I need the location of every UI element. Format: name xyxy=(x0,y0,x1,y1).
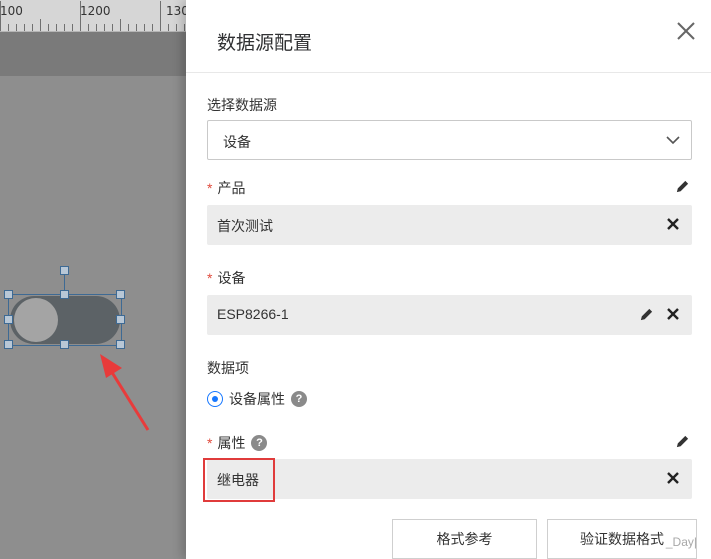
edit-property-pencil-icon[interactable] xyxy=(675,434,690,449)
device-label-text: 设备 xyxy=(217,270,246,286)
ruler-tick xyxy=(88,24,89,31)
canvas-toolbar-band xyxy=(0,32,186,76)
device-property-radio-option[interactable]: 设备属性 ? xyxy=(207,389,307,409)
ruler-tick xyxy=(32,24,33,31)
ruler-tick xyxy=(184,24,185,31)
radio-option-label: 设备属性 xyxy=(229,391,285,407)
ruler-tick xyxy=(48,24,49,31)
data-source-value: 设备 xyxy=(223,134,251,150)
resize-handle-n[interactable] xyxy=(60,290,69,299)
ruler-tick xyxy=(8,24,9,31)
device-field: ESP8266-1 xyxy=(207,295,692,335)
horizontal-ruler: 100 1200 130 xyxy=(0,0,186,32)
resize-handle-e[interactable] xyxy=(116,315,125,324)
chevron-down-icon xyxy=(666,136,680,145)
edit-device-pencil-icon[interactable] xyxy=(639,307,654,322)
data-source-drawer: 数据源配置 选择数据源 设备 *产品 首次测试 *设备 ESP8266-1 xyxy=(186,0,711,559)
ruler-tick xyxy=(72,24,73,31)
product-label: * 产品 xyxy=(207,178,245,198)
product-value: 首次测试 xyxy=(217,218,273,234)
ruler-tick xyxy=(128,24,129,31)
clear-product-close-icon[interactable] xyxy=(666,217,680,231)
edit-product-pencil-icon[interactable] xyxy=(675,179,690,194)
resize-handle-s[interactable] xyxy=(60,340,69,349)
ruler-tick xyxy=(0,1,1,31)
ruler-tick xyxy=(152,24,153,31)
radio-button[interactable] xyxy=(207,391,223,407)
data-item-label: 数据项 xyxy=(207,360,249,376)
ruler-tick xyxy=(112,24,113,31)
ruler-mark: 130 xyxy=(166,4,186,18)
resize-handle-ne[interactable] xyxy=(116,290,125,299)
ruler-tick xyxy=(168,24,169,31)
device-label: * 设备 xyxy=(207,268,245,288)
clear-device-close-icon[interactable] xyxy=(666,307,680,321)
resize-handle-se[interactable] xyxy=(116,340,125,349)
ruler-tick xyxy=(144,24,145,31)
help-icon[interactable]: ? xyxy=(291,391,307,407)
resize-handle-nw[interactable] xyxy=(4,290,13,299)
close-icon[interactable] xyxy=(675,20,697,42)
ruler-tick xyxy=(64,24,65,31)
data-source-label: 选择数据源 xyxy=(207,97,277,113)
ruler-mark: 1200 xyxy=(80,4,111,18)
ruler-tick xyxy=(80,1,81,31)
resize-handle-w[interactable] xyxy=(4,315,13,324)
clear-property-close-icon[interactable] xyxy=(666,471,680,485)
product-field: 首次测试 xyxy=(207,205,692,245)
ruler-mark: 100 xyxy=(0,4,23,18)
device-value: ESP8266-1 xyxy=(217,306,289,322)
ruler-tick xyxy=(120,19,121,31)
rotate-handle[interactable] xyxy=(60,266,69,275)
red-arrow-annotation xyxy=(100,354,150,431)
ruler-tick xyxy=(104,24,105,31)
ruler-tick xyxy=(24,24,25,31)
required-mark: * xyxy=(207,180,213,196)
required-mark: * xyxy=(207,270,213,286)
selection-box xyxy=(8,294,122,346)
ruler-tick xyxy=(176,24,177,31)
ruler-tick xyxy=(160,1,161,31)
property-label-text: 属性 xyxy=(217,435,246,451)
property-label: * 属性? xyxy=(207,433,268,453)
resize-handle-sw[interactable] xyxy=(4,340,13,349)
watermark-text: _Day| xyxy=(665,535,697,549)
product-label-text: 产品 xyxy=(217,180,246,196)
drawer-header: 数据源配置 xyxy=(186,0,711,73)
property-value: 继电器 xyxy=(217,472,259,488)
help-icon[interactable]: ? xyxy=(251,435,268,451)
required-mark: * xyxy=(207,435,213,451)
ruler-tick xyxy=(96,24,97,31)
ruler-tick xyxy=(136,24,137,31)
ruler-tick xyxy=(16,24,17,31)
ruler-tick xyxy=(40,19,41,31)
switch-component[interactable] xyxy=(4,290,125,349)
drawer-title: 数据源配置 xyxy=(217,33,313,54)
property-field: 继电器 xyxy=(207,459,692,499)
data-source-select[interactable]: 设备 xyxy=(207,120,692,160)
ruler-tick xyxy=(56,24,57,31)
format-reference-button[interactable]: 格式参考 xyxy=(392,519,537,559)
